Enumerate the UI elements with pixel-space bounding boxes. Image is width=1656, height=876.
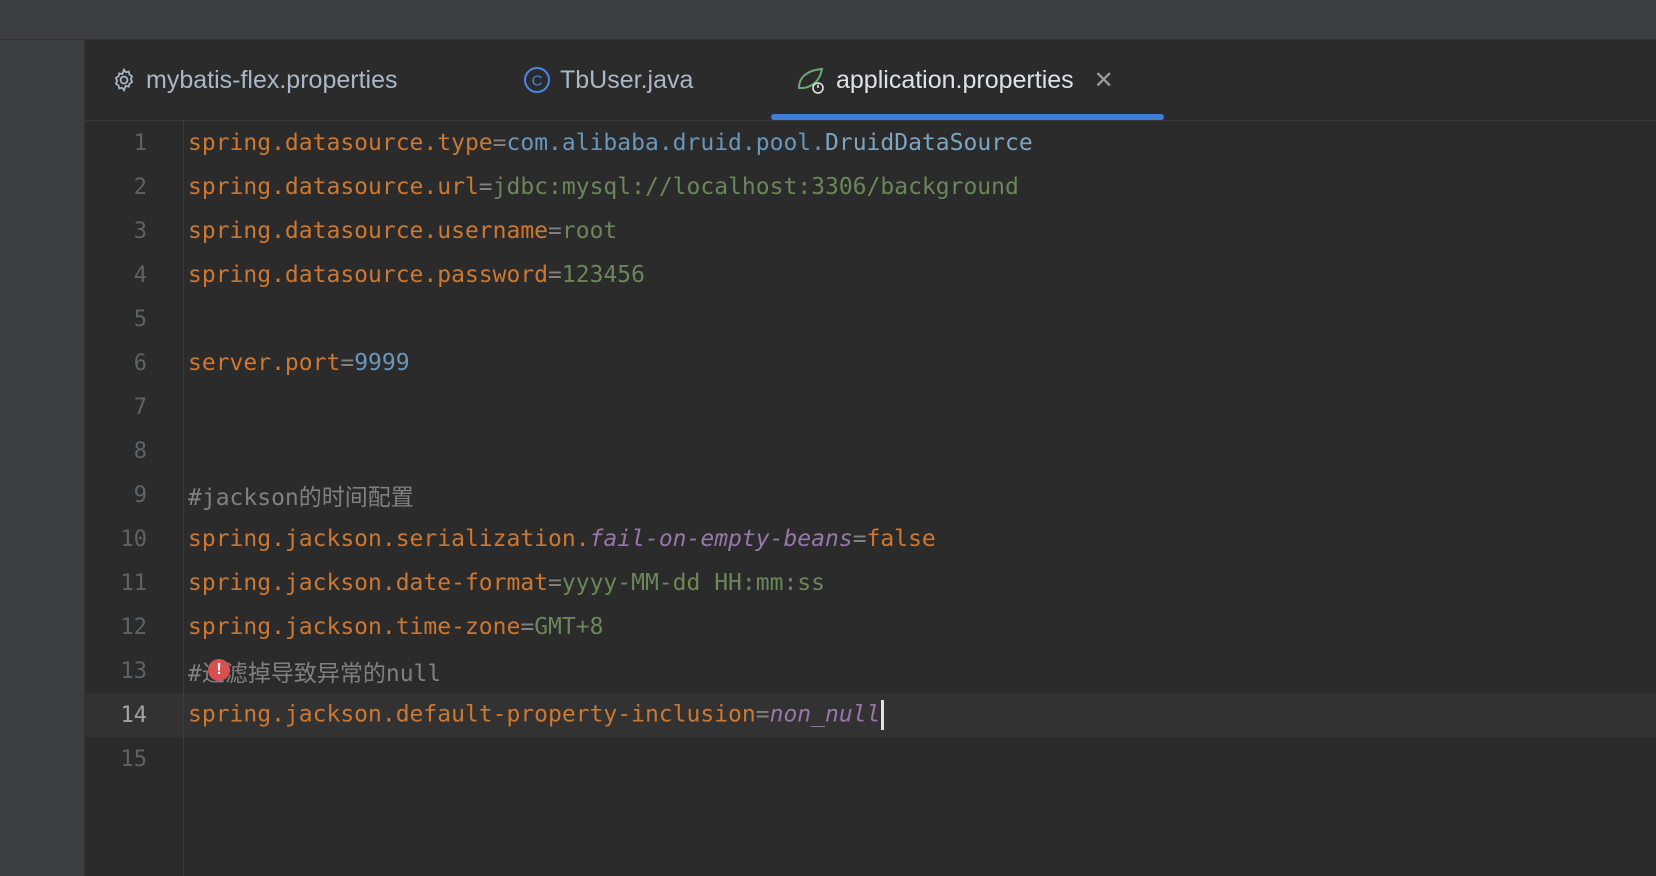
code-line-10: spring.jackson.serialization.fail-on-emp… [184,517,1656,561]
property-key: spring.jackson.time-zone [188,614,521,640]
line-number: 7 [133,394,147,420]
property-value: GMT+8 [534,614,604,640]
code-line-2: spring.datasource.url=jdbc:mysql://local… [184,165,1656,209]
code-editor[interactable]: spring.datasource.type=com.alibaba.druid… [184,121,1656,876]
tab-label: application.properties [836,65,1074,94]
property-value: false [866,526,936,552]
line-number: 1 [133,130,147,156]
property-value: 123456 [561,262,645,288]
close-icon[interactable]: ✕ [1094,66,1114,95]
spring-properties-icon [795,64,827,96]
active-tab-indicator [771,114,1164,120]
tab-application-properties[interactable]: application.properties ✕ [795,40,1114,120]
property-key-italic: fail-on-empty-beans [589,526,853,552]
code-line-13: #过滤掉导致异常的null! [184,649,1656,693]
property-key: spring.jackson.serialization. [188,526,590,552]
line-number: 11 [120,570,148,596]
line-number: 6 [133,350,147,376]
property-key: spring.jackson.default-property-inclusio… [188,701,756,728]
equals-sign: = [548,218,562,244]
property-key: spring.datasource.type [188,130,493,156]
line-number: 9 [133,482,147,508]
tab-label: TbUser.java [560,65,694,94]
property-value: root [561,218,618,244]
equals-sign: = [548,570,562,596]
text-caret [881,700,885,730]
property-value: jdbc:mysql://localhost:3306/background [492,174,1019,200]
line-number: 2 [133,174,147,200]
svg-text:C: C [532,73,543,90]
error-bulb-icon[interactable]: ! [208,659,230,681]
equals-sign: = [520,614,535,640]
property-key: spring.jackson.date-format [188,570,549,596]
line-number: 8 [133,438,147,464]
line-number: 10 [120,526,148,552]
line-number: 5 [133,306,147,332]
equals-sign: = [755,701,770,728]
property-value: com.alibaba.druid.pool. [506,130,826,156]
comment: #jackson的时间配置 [188,485,414,511]
line-number: 13 [120,658,148,684]
property-key: spring.datasource.username [188,218,549,244]
line-number: 3 [133,218,147,244]
property-value: 9999 [354,350,410,376]
tool-window-strip [0,40,85,876]
code-line-12: spring.jackson.time-zone=GMT+8 [184,605,1656,649]
code-line-11: spring.jackson.date-format=yyyy-MM-dd HH… [184,561,1656,605]
line-number: 15 [120,746,148,772]
gear-icon [111,67,137,93]
code-line-6: server.port=9999 [184,341,1656,385]
tab-tbuser-java[interactable]: C TbUser.java [523,40,693,120]
property-value-class: DruidDataSource [825,130,1033,156]
editor-tab-bar: mybatis-flex.properties C TbUser.java ap… [85,40,1656,121]
line-number-current: 14 [85,693,183,737]
equals-sign: = [340,350,355,376]
property-value: yyyy-MM-dd HH:mm:ss [561,570,825,596]
title-bar [0,0,1656,40]
code-line-3: spring.datasource.username=root [184,209,1656,253]
code-line-1: spring.datasource.type=com.alibaba.druid… [184,121,1656,165]
equals-sign: = [492,130,507,156]
tab-label: mybatis-flex.properties [146,65,398,94]
property-key: server.port [188,350,341,376]
property-key: spring.datasource.password [188,262,549,288]
code-line-14-current: spring.jackson.default-property-inclusio… [184,693,1656,737]
equals-sign: = [548,262,562,288]
property-key: spring.datasource.url [188,174,479,200]
class-icon: C [523,66,551,94]
equals-sign: = [478,174,493,200]
line-number: 4 [133,262,147,288]
code-line-9: #jackson的时间配置 [184,473,1656,517]
line-number: 12 [120,614,148,640]
equals-sign: = [852,526,867,552]
property-value: non_null [769,701,881,728]
tab-mybatis-flex-properties[interactable]: mybatis-flex.properties [111,40,397,120]
code-line-4: spring.datasource.password=123456 [184,253,1656,297]
line-number-gutter: 1 2 3 4 5 6 7 8 9 10 11 12 13 14 15 [85,121,184,876]
